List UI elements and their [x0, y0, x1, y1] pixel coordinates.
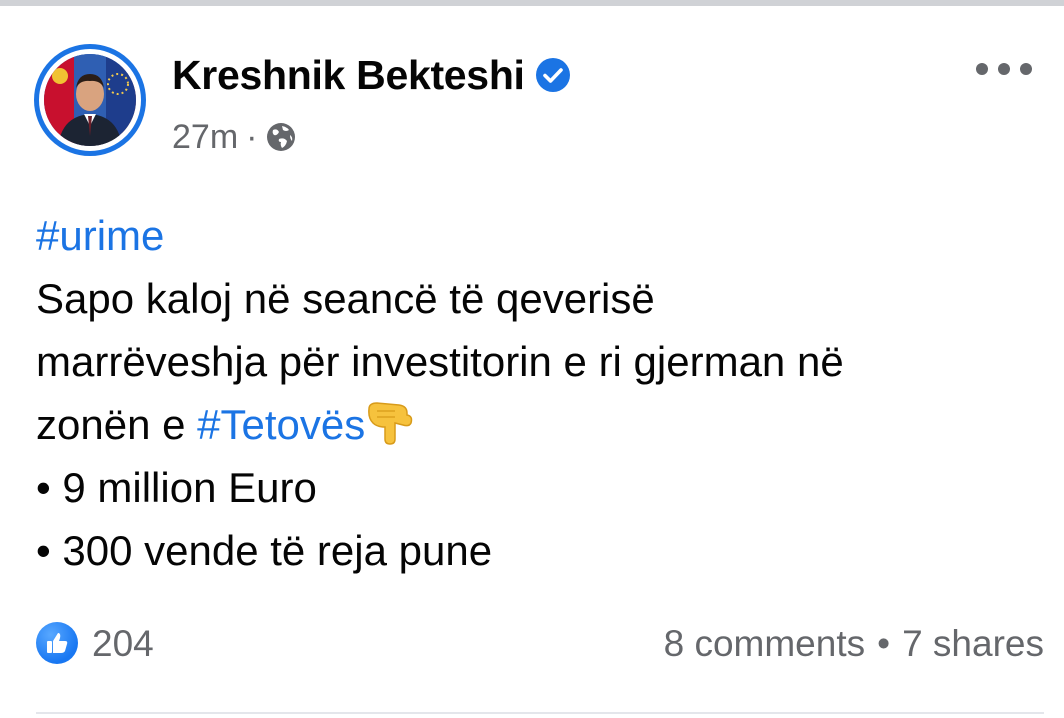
more-dot — [998, 63, 1010, 75]
globe-icon[interactable] — [265, 121, 297, 153]
post-line: • 9 million Euro — [36, 456, 1036, 519]
like-icon[interactable] — [36, 622, 78, 664]
verified-badge-icon — [535, 58, 570, 92]
post-line: zonën e #Tetovës — [36, 393, 1036, 456]
post-line-text: • 9 million Euro — [36, 464, 317, 511]
hashtag-link[interactable]: #Tetovës — [197, 401, 365, 448]
shares-count[interactable]: 7 shares — [902, 622, 1044, 666]
pointing-down-emoji-icon — [368, 402, 413, 445]
post-line-text: marrëveshja për investitorin e ri gjerma… — [36, 338, 844, 385]
more-options-icon[interactable] — [976, 54, 1032, 84]
post-line-text: • 300 vende të reja pune — [36, 527, 493, 574]
post-text: #urime Sapo kaloj në seancë të qeverisë … — [36, 204, 1036, 582]
post-line: Sapo kaloj në seancë të qeverisë — [36, 267, 1036, 330]
meta-separator: · — [246, 117, 258, 156]
post-line-text: Sapo kaloj në seancë të qeverisë — [36, 275, 655, 322]
footer-divider — [36, 712, 1044, 714]
facebook-post: Kreshnik Bekteshi 27m · #urime Sapo kalo… — [0, 6, 1064, 718]
author-avatar[interactable] — [44, 54, 136, 146]
author-name[interactable]: Kreshnik Bekteshi — [172, 52, 525, 99]
post-meta: 27m · — [172, 114, 297, 160]
engagement-stats: 8 comments • 7 shares — [664, 622, 1044, 666]
post-line: marrëveshja për investitorin e ri gjerma… — [36, 330, 1036, 393]
author-avatar-ring[interactable] — [34, 44, 146, 156]
more-dot — [1020, 63, 1032, 75]
post-line: • 300 vende të reja pune — [36, 519, 1036, 582]
post-timestamp[interactable]: 27m — [172, 118, 238, 157]
hashtag-link[interactable]: #urime — [36, 212, 164, 259]
thumbs-up-icon — [47, 633, 68, 653]
more-dot — [976, 63, 988, 75]
author-header: Kreshnik Bekteshi — [172, 46, 571, 104]
comments-count[interactable]: 8 comments — [664, 622, 866, 666]
post-line: #urime — [36, 204, 1036, 267]
stats-separator: • — [877, 623, 891, 664]
post-line-text: zonën e — [36, 401, 198, 448]
reaction-count[interactable]: 204 — [92, 622, 154, 666]
